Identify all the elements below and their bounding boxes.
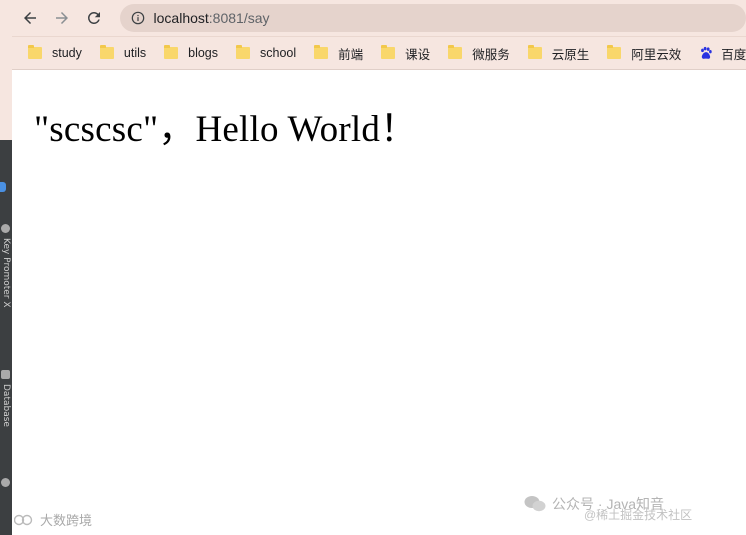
reload-button[interactable]	[80, 4, 108, 32]
bookmark-course-design[interactable]: 课设	[377, 41, 436, 65]
bookmark-label: study	[52, 46, 82, 60]
bookmark-label: 阿里云效	[631, 47, 682, 62]
ide-tool-window-label[interactable]: Key Promoter X	[0, 238, 12, 308]
address-bar[interactable]: localhost:8081/say	[119, 4, 746, 32]
url-host: localhost	[153, 10, 209, 26]
wechat-icon	[524, 496, 546, 512]
back-arrow-icon	[23, 12, 36, 24]
folder-icon	[527, 45, 542, 59]
bookmark-baidu[interactable]: 百度	[695, 41, 746, 65]
folder-icon	[28, 45, 42, 59]
folder-icon	[448, 45, 463, 59]
bookmark-label: utils	[123, 46, 147, 60]
bookmark-frontend[interactable]: 前端	[310, 41, 369, 65]
back-button[interactable]	[16, 4, 44, 32]
bookmark-label: school	[260, 46, 297, 60]
bookmark-microservices[interactable]: 微服务	[444, 41, 516, 65]
watermark-right-subtext: @稀土掘金技术社区	[584, 508, 693, 522]
page-content: "scscsc"，Hello World！	[34, 98, 417, 152]
greeting-text: "scscsc"，Hello World！	[34, 109, 418, 150]
watermark-left-text: 大数跨境	[40, 513, 93, 528]
database-icon[interactable]	[1, 370, 10, 379]
reload-icon	[87, 11, 100, 24]
bookmark-utils[interactable]: utils	[96, 41, 152, 65]
folder-icon	[164, 45, 179, 59]
bookmark-cloud-native[interactable]: 云原生	[524, 41, 596, 65]
forward-button[interactable]	[48, 4, 76, 32]
folder-icon	[607, 45, 622, 59]
bookmark-label: 课设	[405, 47, 431, 62]
baidu-paw-icon	[701, 46, 712, 59]
browser-window: localhost:8081/say study utils blogs sch…	[12, 0, 746, 535]
site-info-icon[interactable]	[130, 10, 146, 26]
bookmark-label: 百度	[721, 47, 746, 62]
forward-arrow-icon	[55, 12, 68, 24]
watermark-left: 大数跨境	[14, 510, 92, 529]
bookmarks-bar: study utils blogs school 前端 课设 微服务 云原生 阿…	[12, 37, 746, 70]
bookmark-label: 前端	[338, 47, 364, 62]
bookmark-study[interactable]: study	[24, 41, 88, 65]
ide-plugin-icon[interactable]	[1, 224, 10, 233]
bookmark-label: blogs	[188, 46, 219, 60]
ide-side-strip: Key Promoter X Database	[0, 0, 12, 535]
ide-database-label[interactable]: Database	[0, 384, 12, 427]
bookmark-label: 云原生	[551, 47, 590, 62]
folder-icon	[381, 45, 396, 59]
bookmark-label: 微服务	[472, 47, 510, 62]
url-path: :8081/say	[208, 10, 270, 26]
bookmark-blogs[interactable]: blogs	[160, 41, 224, 65]
ide-active-marker[interactable]	[0, 182, 6, 192]
folder-icon	[314, 45, 329, 59]
url-text[interactable]: localhost:8081/say	[154, 10, 270, 26]
watermark-right: 公众号 · Java知音 @稀土掘金技术社区	[524, 494, 692, 522]
ide-tool-icon[interactable]	[1, 478, 10, 487]
bookmark-aliyun-devops[interactable]: 阿里云效	[603, 41, 687, 65]
folder-icon	[236, 45, 251, 59]
browser-toolbar: localhost:8081/say	[12, 0, 746, 37]
bookmark-school[interactable]: school	[232, 41, 302, 65]
ide-strip-top	[0, 0, 12, 140]
watermark-logo-icon	[14, 514, 33, 525]
folder-icon	[99, 45, 114, 59]
